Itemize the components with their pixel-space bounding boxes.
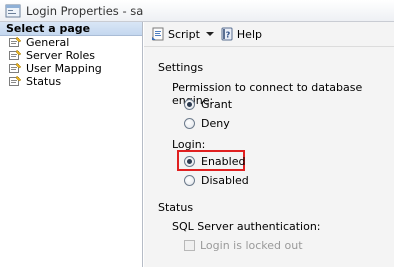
page-icon xyxy=(9,37,22,48)
script-label: Script xyxy=(168,27,200,41)
deny-radio[interactable]: Deny xyxy=(184,117,230,130)
sidebar-item-server-roles[interactable]: Server Roles xyxy=(0,49,142,62)
sidebar-item-status[interactable]: Status xyxy=(0,75,142,88)
help-icon: ? xyxy=(220,27,234,41)
toolbar: Script ? Help xyxy=(144,22,394,47)
status-heading: Status xyxy=(158,201,194,214)
radio-button[interactable] xyxy=(184,156,195,167)
sidebar-item-user-mapping[interactable]: User Mapping xyxy=(0,62,142,75)
radio-label: Grant xyxy=(201,98,233,111)
login-properties-icon xyxy=(5,4,21,18)
page-icon xyxy=(9,63,22,74)
radio-label: Disabled xyxy=(201,174,249,187)
help-button[interactable]: ? Help xyxy=(220,27,262,41)
locked-out-checkbox-row: Login is locked out xyxy=(184,239,303,252)
select-page-header: Select a page xyxy=(0,22,142,36)
window-title: Login Properties - sa xyxy=(26,3,144,18)
grant-radio[interactable]: Grant xyxy=(184,98,232,111)
svg-text:?: ? xyxy=(226,31,231,40)
page-selector-panel: Select a page General Server Roles User … xyxy=(0,22,143,267)
radio-label: Enabled xyxy=(201,155,246,168)
radio-button[interactable] xyxy=(184,175,195,186)
script-button[interactable]: Script xyxy=(151,27,220,41)
sidebar-item-label: General xyxy=(26,36,70,49)
sidebar-item-label: User Mapping xyxy=(26,62,102,75)
script-icon xyxy=(151,27,165,41)
settings-heading: Settings xyxy=(158,61,204,74)
enabled-radio[interactable]: Enabled xyxy=(184,155,245,168)
sidebar-item-label: Server Roles xyxy=(26,49,96,62)
page-icon xyxy=(9,76,22,87)
window-titlebar: Login Properties - sa xyxy=(0,0,394,22)
radio-button[interactable] xyxy=(184,118,195,129)
page-icon xyxy=(9,50,22,61)
locked-out-label: Login is locked out xyxy=(200,239,303,252)
disabled-radio[interactable]: Disabled xyxy=(184,174,249,187)
sidebar-item-label: Status xyxy=(26,75,62,88)
help-label: Help xyxy=(236,27,262,41)
radio-label: Deny xyxy=(201,117,230,130)
chevron-down-icon[interactable] xyxy=(205,31,214,37)
sql-auth-label: SQL Server authentication: xyxy=(172,220,321,233)
locked-out-checkbox xyxy=(184,240,195,251)
radio-button[interactable] xyxy=(184,99,195,110)
sidebar-item-general[interactable]: General xyxy=(0,36,142,49)
